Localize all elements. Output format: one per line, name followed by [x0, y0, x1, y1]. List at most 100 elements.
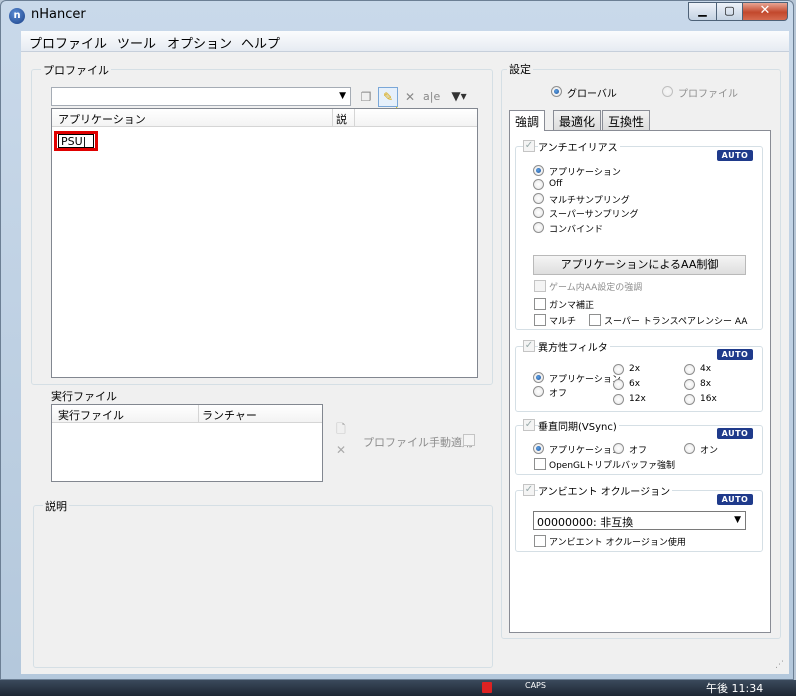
- vsync-app-radio[interactable]: [533, 443, 544, 454]
- window-title: nHancer: [31, 7, 86, 22]
- column-separator: [354, 109, 355, 126]
- tray-icon[interactable]: [482, 682, 492, 693]
- ao-use-label: アンビエント オクルージョン使用: [549, 538, 686, 548]
- aniso-8x-radio[interactable]: [684, 379, 695, 390]
- minimize-button[interactable]: ▁: [688, 2, 717, 21]
- aniso-6x-label: 6x: [629, 379, 641, 389]
- aniso-app-radio[interactable]: [533, 372, 544, 383]
- remove-file-icon[interactable]: ✕: [333, 442, 349, 458]
- aniso-off-radio[interactable]: [533, 386, 544, 397]
- triple-buffer-label: OpenGLトリプルバッファ強制: [549, 461, 676, 471]
- aa-supersample-label: スーパーサンプリング: [549, 210, 639, 220]
- aniso-6x-radio[interactable]: [613, 379, 624, 390]
- maximize-button[interactable]: ▢: [716, 2, 743, 21]
- scope-profile-radio[interactable]: [662, 86, 673, 97]
- app-aa-control-button[interactable]: アプリケーションによるAA制御: [533, 255, 746, 275]
- clock[interactable]: 午後 11:34: [706, 680, 763, 696]
- rename-icon[interactable]: a|e: [423, 89, 440, 105]
- app-icon: n: [9, 8, 25, 24]
- aniso-8x-label: 8x: [700, 379, 712, 389]
- column-exec[interactable]: 実行ファイル: [58, 407, 124, 423]
- menu-tools[interactable]: ツール: [117, 33, 156, 52]
- aniso-off-label: オフ: [549, 389, 568, 399]
- vsync-auto-badge: AUTO: [717, 428, 753, 439]
- aa-app-radio[interactable]: [533, 165, 544, 176]
- description-label: 説明: [43, 498, 69, 514]
- taskbar: CAPS 午後 11:34: [0, 680, 796, 696]
- exec-list-header: 実行ファイル ランチャー: [52, 405, 322, 423]
- menu-help[interactable]: ヘルプ: [241, 33, 280, 52]
- scope-global-label: グローバル: [567, 89, 617, 100]
- scope-profile-label: プロファイル: [678, 89, 738, 100]
- ingame-aa-checkbox[interactable]: [534, 280, 546, 292]
- aniso-2x-radio[interactable]: [613, 364, 624, 375]
- ao-use-checkbox[interactable]: [534, 535, 546, 547]
- vsync-checkbox[interactable]: ✓: [523, 419, 535, 431]
- vsync-app-label: アプリケーション: [549, 446, 621, 456]
- aa-off-label: Off: [549, 179, 563, 189]
- gamma-checkbox[interactable]: [534, 298, 546, 310]
- list-item-edit-text: PSU: [61, 135, 83, 148]
- profile-combobox[interactable]: ▼: [51, 87, 351, 106]
- triple-buffer-checkbox[interactable]: [534, 458, 546, 470]
- multi-checkbox[interactable]: [534, 314, 546, 326]
- exec-file-list[interactable]: 実行ファイル ランチャー: [51, 404, 323, 482]
- scope-global-radio[interactable]: [551, 86, 562, 97]
- filter-icon[interactable]: ▼▾: [447, 88, 471, 104]
- application-list[interactable]: アプリケーション 説 PSU|: [51, 108, 478, 378]
- close-button[interactable]: ✕: [742, 2, 788, 21]
- vsync-title: 垂直同期(VSync): [538, 418, 619, 433]
- aniso-16x-radio[interactable]: [684, 394, 695, 405]
- aa-multisample-radio[interactable]: [533, 193, 544, 204]
- aa-multisample-label: マルチサンプリング: [549, 196, 630, 206]
- settings-tabs: 強調 最適化 互換性: [509, 110, 769, 132]
- aniso-auto-badge: AUTO: [717, 349, 753, 360]
- menu-profile[interactable]: プロファイル: [29, 33, 107, 52]
- aa-app-label: アプリケーション: [549, 168, 621, 178]
- list-item-edit-input[interactable]: PSU|: [58, 134, 94, 148]
- aniso-title: 異方性フィルタ: [538, 339, 610, 354]
- copy-icon[interactable]: ❐: [358, 89, 374, 105]
- vsync-on-radio[interactable]: [684, 443, 695, 454]
- column-separator: [198, 405, 199, 422]
- client-area: プロファイル ▼ ❐ ✎ ✕ a|e ▼▾ ➷ アプリケーション 説 PSU| …: [21, 52, 789, 674]
- menu-options[interactable]: オプション: [167, 33, 232, 52]
- resize-grip-icon[interactable]: ⋰: [775, 660, 784, 670]
- aniso-12x-label: 12x: [629, 394, 646, 404]
- vsync-on-label: オン: [700, 446, 719, 456]
- ingame-aa-label: ゲーム内AA設定の強調: [549, 283, 643, 293]
- super-transparency-label: スーパー トランスペアレンシー AA: [604, 317, 748, 327]
- column-application[interactable]: アプリケーション: [58, 111, 146, 127]
- column-separator: [332, 109, 333, 126]
- column-launcher[interactable]: ランチャー: [202, 407, 257, 423]
- aniso-checkbox[interactable]: ✓: [523, 340, 535, 352]
- manual-apply-checkbox[interactable]: [463, 434, 475, 446]
- antialias-checkbox[interactable]: ✓: [523, 140, 535, 152]
- chevron-down-icon: ▼: [339, 91, 346, 101]
- tab-compat[interactable]: 互換性: [602, 110, 651, 130]
- delete-icon[interactable]: ✕: [402, 89, 418, 105]
- title-bar[interactable]: n nHancer ▁ ▢ ✕: [1, 1, 793, 31]
- aa-supersample-radio[interactable]: [533, 207, 544, 218]
- aniso-12x-radio[interactable]: [613, 394, 624, 405]
- ao-select[interactable]: 00000000: 非互換 ▼: [533, 511, 746, 530]
- ao-checkbox[interactable]: ✓: [523, 484, 535, 496]
- super-transparency-checkbox[interactable]: [589, 314, 601, 326]
- tab-optimize[interactable]: 最適化: [553, 110, 602, 130]
- ao-auto-badge: AUTO: [717, 494, 753, 505]
- list-header: アプリケーション 説: [52, 109, 477, 127]
- aa-off-radio[interactable]: [533, 179, 544, 190]
- aa-combined-radio[interactable]: [533, 222, 544, 233]
- main-window: n nHancer ▁ ▢ ✕ プロファイル ツール オプション ヘルプ プロフ…: [0, 0, 794, 680]
- aniso-4x-label: 4x: [700, 364, 712, 374]
- chevron-down-icon: ▼: [734, 515, 741, 525]
- tab-enhance[interactable]: 強調: [509, 110, 546, 131]
- vsync-off-radio[interactable]: [613, 443, 624, 454]
- multi-label: マルチ: [549, 317, 577, 327]
- aniso-4x-radio[interactable]: [684, 364, 695, 375]
- column-desc[interactable]: 説: [336, 111, 347, 127]
- menu-bar: プロファイル ツール オプション ヘルプ: [21, 31, 789, 52]
- add-file-icon[interactable]: 🗋: [333, 421, 349, 437]
- exec-group-label: 実行ファイル: [51, 390, 117, 403]
- antialias-auto-badge: AUTO: [717, 150, 753, 161]
